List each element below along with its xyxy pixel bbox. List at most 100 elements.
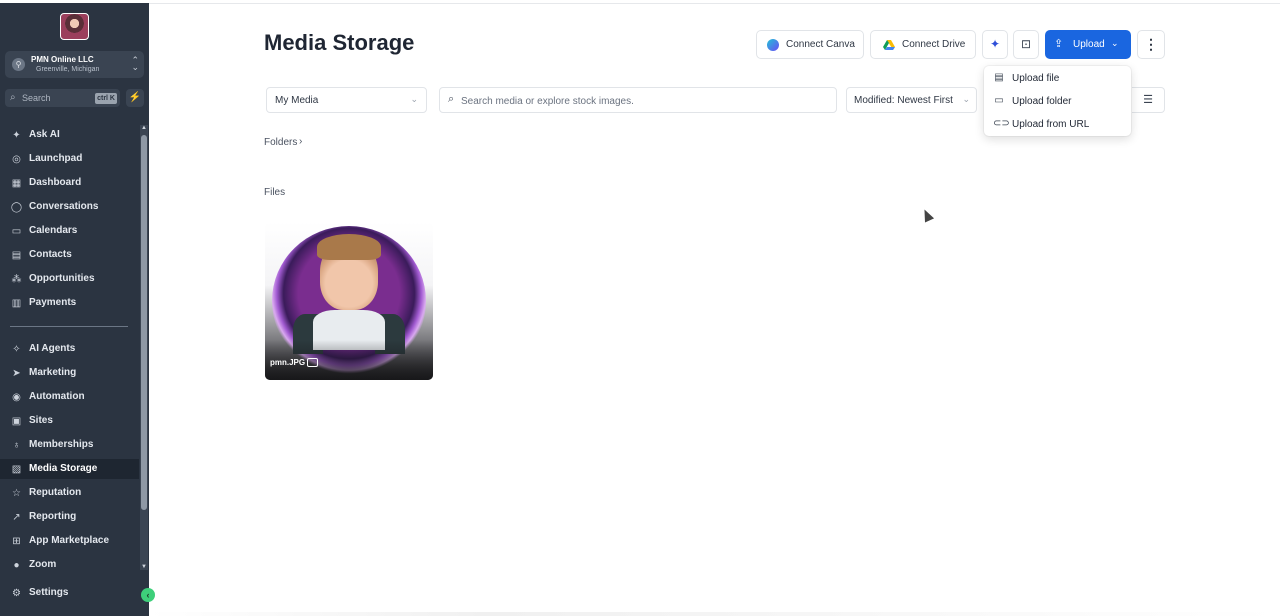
sidebar-item-ask-ai[interactable]: ✦ Ask AI: [0, 125, 139, 145]
sidebar-item-payments[interactable]: ▥ Payments: [0, 293, 139, 313]
memberships-icon: ♁: [12, 440, 21, 451]
sidebar-item-media-storage[interactable]: ▨ Media Storage: [0, 459, 139, 479]
account-name: PMN Online LLC: [31, 55, 94, 64]
connect-canva-button[interactable]: Connect Canva: [756, 30, 864, 59]
opportunities-icon: ⁂: [11, 274, 22, 285]
chevron-down-icon: ⌄: [410, 94, 418, 104]
sidebar-item-conversations[interactable]: ◯ Conversations: [0, 197, 139, 217]
sidebar-item-contacts[interactable]: ▤ Contacts: [0, 245, 139, 265]
gear-icon: ⚙: [12, 588, 21, 599]
sidebar-item-settings[interactable]: ⚙ Settings: [0, 583, 139, 603]
payments-icon: ▥: [11, 298, 22, 309]
media-search[interactable]: ⌕: [439, 87, 837, 113]
menu-item-label: Upload from URL: [1012, 119, 1090, 130]
upload-from-url-item[interactable]: ⊂⊃ Upload from URL: [984, 113, 1131, 135]
collapse-sidebar-button[interactable]: ‹: [141, 588, 155, 602]
send-icon: ➤: [12, 368, 21, 379]
sidebar-item-reporting[interactable]: ↗ Reporting: [0, 507, 139, 527]
quick-actions-button[interactable]: ⚡: [126, 89, 144, 107]
image-icon: [307, 358, 318, 367]
file-icon: ▤: [994, 72, 1004, 83]
sort-select[interactable]: Modified: Newest First ⌄: [846, 87, 977, 113]
ai-generate-button[interactable]: ✦: [982, 30, 1008, 59]
search-icon: ⌕: [448, 93, 455, 105]
upload-icon: ⇪: [1054, 38, 1064, 50]
sidebar-item-memberships[interactable]: ♁ Memberships: [0, 435, 139, 455]
sidebar-item-label: Contacts: [29, 249, 72, 260]
calendar-icon: ▭: [11, 226, 22, 237]
menu-item-label: Upload folder: [1012, 96, 1072, 107]
files-heading: Files: [264, 187, 286, 198]
sidebar-item-marketing[interactable]: ➤ Marketing: [0, 363, 139, 383]
sites-icon: ▣: [11, 416, 22, 427]
scroll-down-icon[interactable]: ▼: [141, 564, 147, 570]
sidebar-item-sites[interactable]: ▣ Sites: [0, 411, 139, 431]
account-switcher[interactable]: ⚲ PMN Online LLC Greenville, Michigan ⌃ ⌄: [5, 51, 144, 78]
connect-canva-label: Connect Canva: [786, 39, 855, 50]
list-icon: ☰: [1143, 94, 1153, 106]
top-divider: [149, 3, 1280, 4]
contacts-icon: ▤: [11, 250, 22, 261]
more-options-button[interactable]: ⋮: [1137, 30, 1165, 59]
chevron-updown-icon: ⌃ ⌄: [131, 55, 139, 72]
connect-drive-button[interactable]: Connect Drive: [870, 30, 976, 59]
upload-file-item[interactable]: ▤ Upload file: [984, 67, 1131, 89]
link-icon: ⊂⊃: [993, 118, 1010, 129]
menu-item-label: Upload file: [1012, 73, 1060, 84]
new-folder-button[interactable]: ⊡: [1013, 30, 1039, 59]
sidebar: ⚲ PMN Online LLC Greenville, Michigan ⌃ ⌄…: [0, 0, 149, 616]
folders-link[interactable]: Folders: [264, 137, 297, 148]
sparkle-icon: ✦: [12, 130, 21, 141]
launchpad-icon: ◎: [12, 154, 21, 165]
sparkle-icon: ✦: [989, 37, 1001, 51]
sidebar-item-app-marketplace[interactable]: ⊞ App Marketplace: [0, 531, 139, 551]
sidebar-item-automation[interactable]: ◉ Automation: [0, 387, 139, 407]
sidebar-item-label: App Marketplace: [29, 535, 110, 546]
mouse-cursor: [919, 207, 935, 223]
account-location: Greenville, Michigan: [36, 66, 100, 73]
sidebar-item-zoom[interactable]: ● Zoom: [0, 555, 139, 575]
kebab-icon: ⋮: [1144, 36, 1158, 52]
media-source-select[interactable]: My Media ⌄: [266, 87, 427, 113]
scroll-up-icon[interactable]: ▲: [141, 125, 147, 131]
sidebar-item-label: Conversations: [29, 201, 99, 212]
sidebar-search[interactable]: ⌕ Search ctrl K: [5, 89, 120, 107]
search-icon: ⌕: [10, 92, 16, 103]
scrollbar-thumb[interactable]: [141, 135, 147, 510]
account-icon: ⚲: [12, 58, 25, 71]
chevron-down-icon: ⌄: [962, 94, 970, 104]
zoom-icon: ●: [13, 560, 20, 571]
reporting-icon: ↗: [12, 512, 21, 523]
dashboard-icon: ▦: [11, 178, 22, 189]
bolt-icon: ⚡: [128, 92, 142, 103]
folder-plus-icon: ⊡: [1020, 37, 1032, 51]
sidebar-item-opportunities[interactable]: ⁂ Opportunities: [0, 269, 139, 289]
sidebar-scrollbar[interactable]: ▲ ▼: [140, 125, 148, 570]
chevron-right-icon[interactable]: ›: [299, 136, 302, 147]
upload-folder-item[interactable]: ▭ Upload folder: [984, 90, 1131, 112]
sidebar-item-dashboard[interactable]: ▦ Dashboard: [0, 173, 139, 193]
avatar[interactable]: [60, 13, 89, 40]
bottom-edge: [149, 612, 1280, 616]
media-search-input[interactable]: [461, 93, 821, 109]
sidebar-item-launchpad[interactable]: ◎ Launchpad: [0, 149, 139, 169]
folder-icon: ▭: [994, 95, 1004, 106]
sidebar-item-label: Payments: [29, 297, 77, 308]
google-drive-icon: [883, 40, 895, 50]
sidebar-item-label: Reputation: [29, 487, 82, 498]
sidebar-divider: [10, 326, 128, 327]
sidebar-item-label: Sites: [29, 415, 53, 426]
sidebar-item-label: Reporting: [29, 511, 77, 522]
sidebar-item-calendars[interactable]: ▭ Calendars: [0, 221, 139, 241]
sidebar-item-reputation[interactable]: ☆ Reputation: [0, 483, 139, 503]
list-view-button[interactable]: ☰: [1132, 87, 1165, 113]
ai-agents-icon: ✧: [12, 344, 21, 355]
sort-value: Modified: Newest First: [854, 95, 953, 106]
sidebar-item-ai-agents[interactable]: ✧ AI Agents: [0, 339, 139, 359]
sidebar-item-label: Calendars: [29, 225, 78, 236]
upload-button[interactable]: ⇪ Upload ⌄: [1045, 30, 1131, 59]
sidebar-item-label: Marketing: [29, 367, 77, 378]
sidebar-item-label: Opportunities: [29, 273, 95, 284]
chevron-left-icon: ‹: [146, 590, 150, 600]
file-card[interactable]: pmn.JPG: [265, 222, 433, 380]
